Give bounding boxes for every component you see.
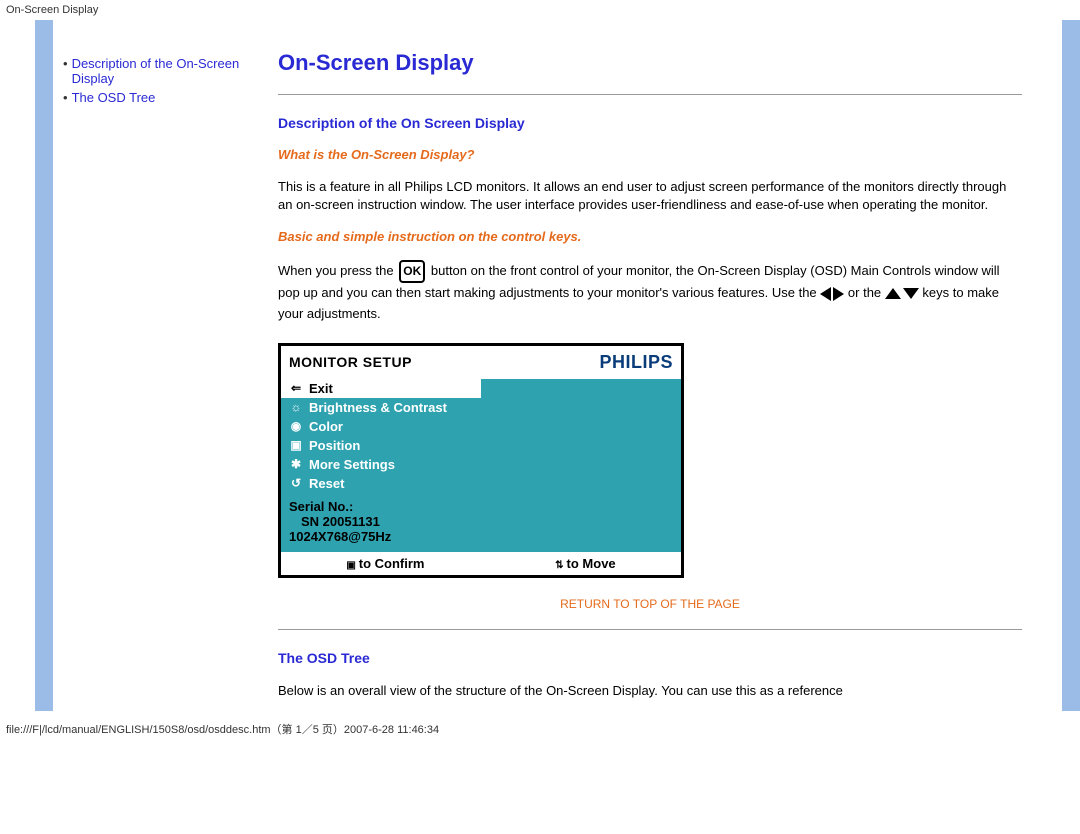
philips-logo: PHILIPS [599,352,673,373]
sidebar-link-osd-tree[interactable]: The OSD Tree [72,90,156,105]
subheading-control-keys: Basic and simple instruction on the cont… [278,229,1022,244]
paragraph-what-is-osd: This is a feature in all Philips LCD mon… [278,178,1022,213]
section-heading-description: Description of the On Screen Display [278,115,1022,131]
section-heading-osd-tree: The OSD Tree [278,650,1022,666]
osd-menu-item-brightness: ☼ Brightness & Contrast [281,398,481,417]
serial-value: SN 20051131 [289,514,473,529]
updown-small-icon: ⇅ [555,560,563,571]
paragraph-osd-tree: Below is an overall view of the structur… [278,682,1022,700]
up-down-arrows-icon [885,285,919,300]
para2-part-c: or the [848,285,881,300]
osd-menu-label: Exit [309,381,333,396]
paragraph-control-keys: When you press the OK button on the fron… [278,260,1022,325]
divider [278,629,1022,630]
osd-menu-label: Reset [309,476,344,491]
ok-button-icon: OK [399,260,425,283]
osd-menu-label: More Settings [309,457,395,472]
osd-menu-item-position: ▣ Position [281,436,481,455]
bullet-icon: • [63,56,68,86]
osd-serial-block: Serial No.: SN 20051131 1024X768@75Hz [281,493,481,552]
settings-icon: ✱ [289,457,303,471]
left-right-arrows-icon [820,285,844,300]
osd-menu-item-more-settings: ✱ More Settings [281,455,481,474]
reset-icon: ↺ [289,476,303,490]
osd-menu-label: Brightness & Contrast [309,400,447,415]
color-icon: ◉ [289,419,303,433]
sidebar-link-description[interactable]: Description of the On-Screen Display [72,56,268,86]
left-decorative-stripe [35,20,53,711]
main-content: On-Screen Display Description of the On … [278,20,1062,711]
exit-icon: ⇐ [289,381,303,395]
osd-menu-item-color: ◉ Color [281,417,481,436]
sidebar-item-description[interactable]: • Description of the On-Screen Display [63,56,268,86]
resolution-value: 1024X768@75Hz [289,529,473,544]
browser-tab-title: On-Screen Display [0,0,1080,20]
bullet-icon: • [63,90,68,105]
osd-menu-item-exit: ⇐ Exit [281,379,481,398]
page-container: • Description of the On-Screen Display •… [35,20,1080,711]
osd-menu-item-reset: ↺ Reset [281,474,481,493]
ok-small-icon: ▣ [346,560,355,571]
right-decorative-stripe [1062,20,1080,711]
sidebar-nav: • Description of the On-Screen Display •… [53,20,278,711]
divider [278,94,1022,95]
page-title: On-Screen Display [278,50,1022,76]
osd-footer: ▣to Confirm ⇅to Move [281,552,681,575]
brightness-icon: ☼ [289,400,303,414]
osd-header: MONITOR SETUP PHILIPS [281,346,681,379]
osd-footer-move: ⇅to Move [555,556,616,571]
osd-screenshot: MONITOR SETUP PHILIPS ⇐ Exit ☼ Brightnes… [278,343,684,578]
osd-menu-list: ⇐ Exit ☼ Brightness & Contrast ◉ Color ▣… [281,379,481,552]
osd-footer-confirm: ▣to Confirm [346,556,424,571]
para2-part-a: When you press the [278,263,394,278]
position-icon: ▣ [289,438,303,452]
osd-menu-right-panel [481,379,681,552]
osd-menu-label: Position [309,438,360,453]
osd-title: MONITOR SETUP [289,354,412,370]
serial-label: Serial No.: [289,499,473,514]
sidebar-item-osd-tree[interactable]: • The OSD Tree [63,90,268,105]
return-to-top-link[interactable]: RETURN TO TOP OF THE PAGE [560,597,740,611]
osd-menu-label: Color [309,419,343,434]
subheading-what-is-osd: What is the On-Screen Display? [278,147,1022,162]
return-to-top[interactable]: RETURN TO TOP OF THE PAGE [278,596,1022,611]
footer-file-path: file:///F|/lcd/manual/ENGLISH/150S8/osd/… [0,717,1080,741]
osd-body: ⇐ Exit ☼ Brightness & Contrast ◉ Color ▣… [281,379,681,552]
